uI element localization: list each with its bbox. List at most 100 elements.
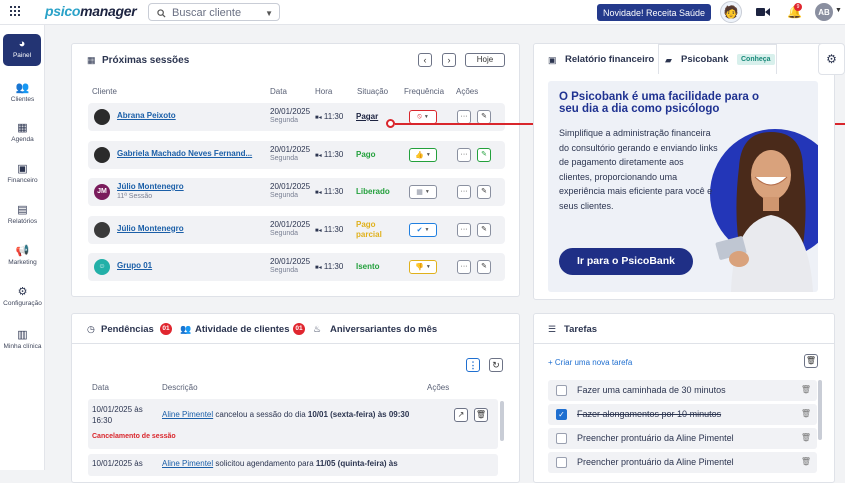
tab-relatorio-financeiro[interactable]: Relatório financeiro (565, 54, 654, 65)
calendar-icon: ▦ (17, 122, 28, 134)
sidebar-item-label: Marketing (8, 259, 37, 266)
client-name-link[interactable]: Abrana Peixoto (117, 111, 176, 120)
task-checkbox[interactable] (556, 433, 567, 444)
client-name-link[interactable]: Júlio Montenegro (117, 182, 184, 191)
col-header-cliente: Cliente (92, 87, 117, 96)
news-button[interactable]: Novidade! Receita Saúde (597, 4, 711, 21)
session-time-value: 11:30 (323, 262, 344, 271)
today-button[interactable]: Hoje (465, 53, 505, 67)
tab-psicobank[interactable]: Psicobank (681, 54, 729, 65)
status-badge[interactable]: Pago parcial (356, 220, 390, 240)
session-time-value: 11:30 (323, 187, 344, 196)
table-row: Júlio Montenegro 20/01/2025 Segunda ■◂ 1… (88, 215, 505, 244)
record-icon[interactable]: ✎ (477, 260, 491, 274)
trash-icon[interactable]: 🗑 (804, 354, 818, 368)
record-icon[interactable]: ✎ (477, 185, 491, 199)
video-camera-icon: ■◂ (315, 190, 322, 196)
trash-icon[interactable]: 🗑 (801, 457, 811, 466)
task-text: Preencher prontuário da Aline Pimentel (577, 457, 734, 467)
client-name-link[interactable]: Júlio Montenegro (117, 224, 184, 233)
more-options-button[interactable]: ··· (457, 147, 471, 162)
tab-pendencias[interactable]: Pendências (101, 324, 154, 335)
session-count: 11ª Sessão (117, 193, 153, 200)
more-options-button[interactable]: ··· (457, 260, 471, 274)
client-avatar (94, 146, 110, 163)
status-badge[interactable]: Isento (356, 262, 380, 272)
tab-atividade-clientes[interactable]: Atividade de clientes (195, 324, 290, 335)
frequency-dropdown[interactable]: ✔ ▼ (409, 222, 437, 237)
frequency-dropdown[interactable]: 👎 ▼ (409, 260, 437, 274)
psicobank-cta-button[interactable]: Ir para o PsicoBank (559, 248, 693, 275)
trash-icon[interactable]: 🗑 (801, 385, 811, 394)
session-day: Segunda (270, 192, 299, 199)
sidebar-item-marketing[interactable]: 📢 Marketing (0, 244, 45, 266)
scrollbar[interactable] (818, 380, 822, 440)
sessions-title: Próximas sessões (102, 55, 190, 66)
sidebar-item-minha-clinica[interactable]: ▥ Minha clínica (0, 328, 45, 350)
more-options-button[interactable]: ··· (457, 185, 471, 199)
task-text: Fazer uma caminhada de 30 minutos (577, 385, 726, 395)
frequency-dropdown[interactable]: ⦸ ▼ (409, 110, 437, 124)
video-camera-icon[interactable] (756, 7, 770, 17)
desc-bold: 10/01 (sexta-feira) às 09:30 (307, 410, 410, 419)
session-time-value: 11:30 (323, 112, 344, 121)
task-item[interactable]: ✓ Fazer alongamentos por 10 minutos 🗑 (548, 404, 817, 425)
sidebar-item-painel[interactable]: ◕ Painel (3, 34, 41, 66)
assistant-avatar[interactable]: 🧑 (720, 1, 742, 23)
chevron-down-icon[interactable]: ▼ (265, 9, 273, 18)
cake-icon: ♨ (313, 324, 322, 334)
tab-aniversariantes[interactable]: Aniversariantes do mês (330, 324, 437, 335)
chevron-down-icon[interactable]: ▼ (835, 7, 842, 14)
search-input[interactable]: Buscar cliente ▼ (148, 3, 280, 21)
more-options-button[interactable]: ··· (457, 110, 471, 124)
scrollbar[interactable] (500, 401, 504, 441)
sidebar-item-financeiro[interactable]: ▣ Financeiro (0, 162, 45, 184)
client-avatar: JM (94, 184, 110, 200)
sidebar-item-relatorios[interactable]: ▤ Relatórios (0, 203, 45, 225)
task-checkbox[interactable]: ✓ (556, 409, 567, 420)
status-badge[interactable]: Pago (356, 150, 376, 160)
task-item[interactable]: Preencher prontuário da Aline Pimentel 🗑 (548, 428, 817, 449)
money-icon: ▣ (548, 55, 557, 65)
trash-icon[interactable]: 🗑 (801, 433, 811, 442)
trash-icon[interactable]: 🗑 (801, 409, 811, 418)
table-row: Gabriela Machado Neves Fernand... 20/01/… (88, 140, 505, 169)
record-icon[interactable]: ✎ (477, 147, 491, 162)
refresh-icon[interactable]: ↻ (489, 358, 503, 372)
client-name-link[interactable]: Grupo 01 (117, 261, 152, 270)
gear-icon[interactable]: ⚙ (818, 43, 845, 75)
record-icon[interactable]: ✎ (477, 222, 491, 237)
session-date: 20/01/2025 (270, 182, 311, 191)
status-badge[interactable]: Pagar (356, 112, 378, 122)
prev-button[interactable]: ‹ (418, 53, 432, 67)
sidebar-item-agenda[interactable]: ▦ Agenda (0, 121, 45, 143)
tasks-title: Tarefas (564, 324, 598, 335)
video-camera-icon: ■◂ (315, 265, 322, 271)
pointer-marker (386, 119, 395, 128)
open-external-icon[interactable]: ↗ (454, 408, 468, 422)
sidebar-item-label: Agenda (11, 136, 34, 143)
record-icon[interactable]: ✎ (477, 110, 491, 124)
client-link[interactable]: Aline Pimentel (162, 410, 213, 419)
sidebar-item-configuracao[interactable]: ⚙ Configuração (0, 285, 45, 307)
more-options-button[interactable]: ··· (457, 222, 471, 237)
sidebar-item-label: Financeiro (7, 177, 38, 184)
status-badge[interactable]: Liberado (356, 187, 390, 197)
task-checkbox[interactable] (556, 457, 567, 468)
apps-grid-icon[interactable] (10, 6, 20, 16)
trash-icon[interactable]: 🗑 (474, 408, 488, 422)
client-name-link[interactable]: Gabriela Machado Neves Fernand... (117, 149, 252, 158)
client-link[interactable]: Aline Pimentel (162, 459, 213, 468)
sidebar-item-clientes[interactable]: 👥 Clientes (0, 81, 45, 103)
frequency-dropdown[interactable]: ▦ ▼ (409, 185, 437, 199)
more-options-button[interactable]: ⋮ (466, 358, 480, 372)
task-checkbox[interactable] (556, 385, 567, 396)
logo[interactable]: psicomanager (45, 3, 137, 19)
new-task-label: Criar uma nova tarefa (554, 358, 633, 367)
avatar[interactable]: AB (815, 3, 833, 21)
frequency-dropdown[interactable]: 👍 ▼ (409, 147, 437, 162)
new-task-link[interactable]: + Criar uma nova tarefa (548, 358, 632, 367)
megaphone-icon: 📢 (15, 245, 30, 257)
task-item[interactable]: Fazer uma caminhada de 30 minutos 🗑 (548, 380, 817, 401)
next-button[interactable]: › (442, 53, 456, 67)
